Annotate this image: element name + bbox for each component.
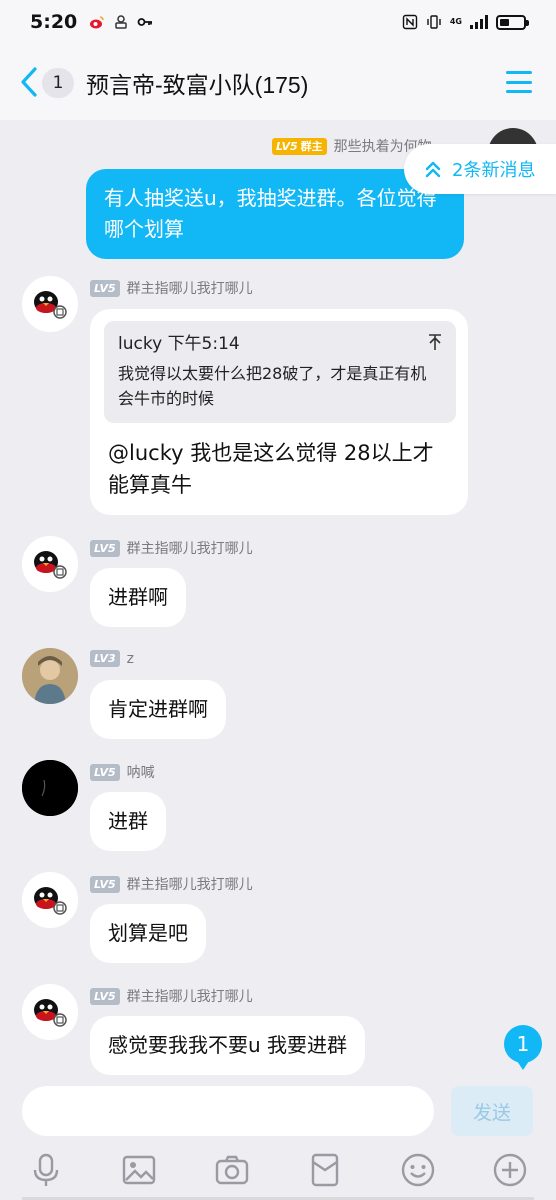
- new-messages-button[interactable]: 2条新消息: [404, 144, 556, 194]
- message-meta: LV3 z: [90, 650, 134, 667]
- signal-icon: [470, 15, 488, 29]
- quote-author: lucky: [118, 334, 163, 354]
- message-bubble[interactable]: 感觉要我我不要u 我要进群: [90, 1016, 366, 1075]
- menu-icon[interactable]: [506, 71, 532, 93]
- penguin-avatar-icon: [22, 984, 78, 1040]
- level-badge: LV3: [90, 650, 120, 667]
- message-bubble[interactable]: 进群: [90, 792, 166, 851]
- level-badge: LV5: [90, 875, 120, 893]
- sender-name: z: [126, 650, 135, 667]
- dark-avatar-icon: [22, 760, 78, 816]
- input-bar: 发送: [0, 1080, 556, 1200]
- level-badge: LV5: [90, 539, 120, 557]
- input-toolbar: [0, 1152, 556, 1192]
- level-badge: LV5: [90, 763, 120, 781]
- page-title: 预言帝-致富小队(175): [86, 72, 309, 98]
- chat-header: 1 预言帝-致富小队(175): [0, 44, 556, 120]
- nfc-icon: [402, 14, 418, 30]
- app-notification-icon: [115, 15, 128, 29]
- unread-messages-badge[interactable]: 1: [504, 1025, 542, 1070]
- avatar[interactable]: [22, 760, 78, 816]
- level-badge: LV5 群主: [272, 137, 327, 155]
- new-messages-label: 2条新消息: [452, 160, 536, 181]
- quote-time: 下午5:14: [167, 334, 240, 354]
- image-icon[interactable]: [121, 1152, 157, 1188]
- network-type: 4G: [449, 17, 462, 26]
- double-chevron-up-icon: [425, 161, 441, 178]
- penguin-avatar-icon: [22, 276, 78, 332]
- avatar[interactable]: [22, 648, 78, 704]
- plus-icon[interactable]: [492, 1152, 528, 1188]
- message-meta: LV5 群主指哪儿我打哪儿: [90, 874, 253, 894]
- avatar[interactable]: [22, 984, 78, 1040]
- penguin-avatar-icon: [22, 872, 78, 928]
- message-meta: LV5 群主指哪儿我打哪儿: [90, 538, 253, 558]
- message-text: @lucky 我也是这么觉得 28以上才能算真牛: [108, 441, 434, 497]
- message-bubble[interactable]: 肯定进群啊: [90, 680, 226, 739]
- sender-name: 群主指哪儿我打哪儿: [126, 877, 253, 893]
- key-icon: [137, 18, 153, 26]
- camera-icon[interactable]: [214, 1152, 250, 1188]
- quoted-message[interactable]: lucky 下午5:14 我觉得以太要什么把28破了，才是真正有机会牛市的时候: [104, 321, 456, 423]
- avatar[interactable]: [22, 872, 78, 928]
- weibo-icon: [90, 16, 105, 29]
- owner-role-label: 群主: [300, 139, 323, 153]
- avatar[interactable]: [22, 536, 78, 592]
- vibrate-icon: [427, 15, 441, 29]
- emoji-icon[interactable]: [400, 1152, 436, 1188]
- message-bubble-with-quote[interactable]: lucky 下午5:14 我觉得以太要什么把28破了，才是真正有机会牛市的时候 …: [90, 309, 468, 515]
- chat-message-list[interactable]: LV5 群主 那些执着为何物 有人抽奖送u，我抽奖进群。各位觉得哪个划算 2条新消…: [0, 120, 556, 1080]
- sender-name: 群主指哪儿我打哪儿: [126, 989, 253, 1005]
- status-notification-icons: [89, 14, 153, 30]
- level-badge: LV5: [90, 987, 120, 1005]
- back-arrow-icon[interactable]: [18, 66, 40, 98]
- status-time: 5:20: [30, 11, 78, 33]
- avatar[interactable]: [22, 276, 78, 332]
- person-avatar-icon: [22, 648, 78, 704]
- message-meta: LV5 群主指哪儿我打哪儿: [90, 278, 253, 298]
- send-button[interactable]: 发送: [451, 1086, 533, 1136]
- sender-name: 群主指哪儿我打哪儿: [126, 541, 253, 557]
- message-bubble[interactable]: 进群啊: [90, 568, 186, 627]
- status-bar: 5:20 4G: [0, 0, 556, 44]
- message-meta: LV5 群主 那些执着为何物: [272, 136, 432, 156]
- quote-header: lucky 下午5:14: [118, 331, 444, 357]
- quote-text: 我觉得以太要什么把28破了，才是真正有机会牛市的时候: [118, 364, 427, 408]
- sender-name: 群主指哪儿我打哪儿: [126, 281, 253, 297]
- battery-icon: [496, 14, 529, 30]
- message-bubble[interactable]: 划算是吧: [90, 904, 206, 963]
- message-meta: LV5 呐喊: [90, 762, 155, 782]
- mic-icon[interactable]: [28, 1152, 64, 1188]
- penguin-avatar-icon: [22, 536, 78, 592]
- message-meta: LV5 群主指哪儿我打哪儿: [90, 986, 253, 1006]
- message-input[interactable]: [22, 1086, 434, 1136]
- red-packet-icon[interactable]: [307, 1152, 343, 1188]
- status-system-icons: 4G: [402, 14, 529, 30]
- jump-to-message-icon[interactable]: [428, 333, 442, 351]
- sender-name: 呐喊: [126, 765, 155, 781]
- level-badge: LV5: [90, 279, 120, 297]
- unread-count-badge[interactable]: 1: [42, 68, 74, 98]
